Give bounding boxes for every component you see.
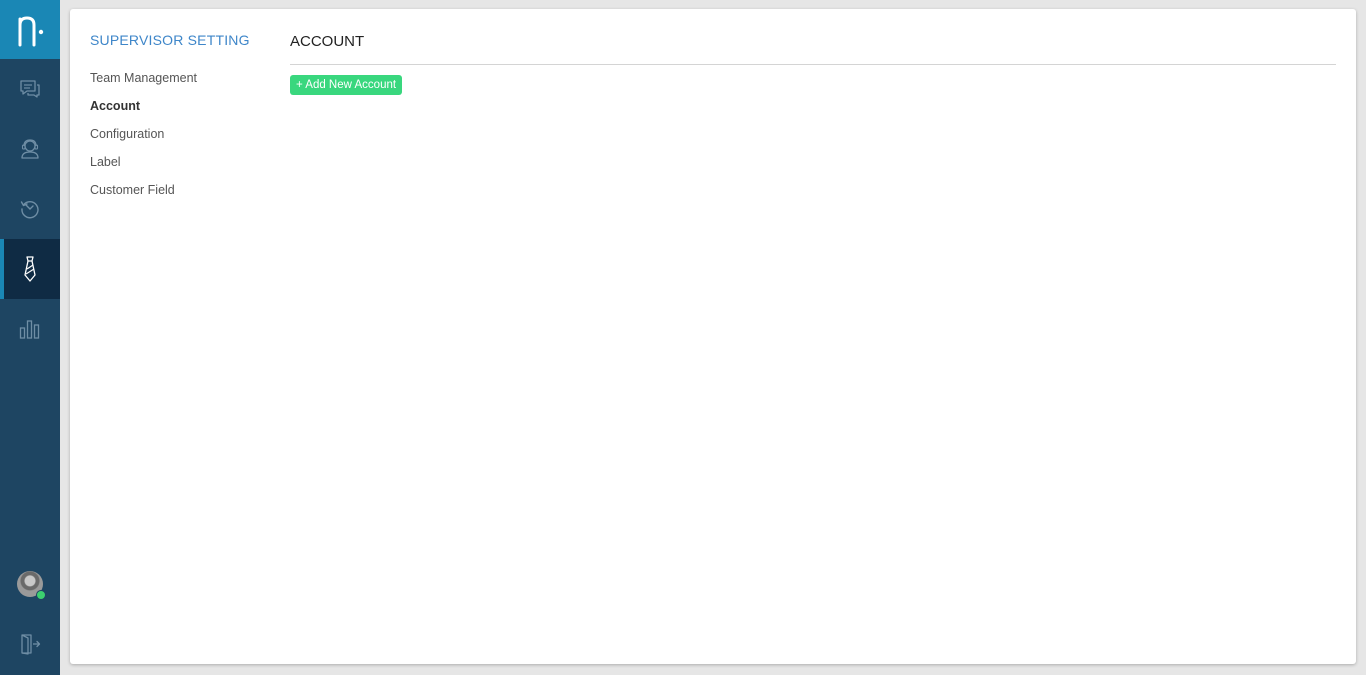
add-new-account-button[interactable]: + Add New Account bbox=[290, 75, 403, 95]
bar-chart-icon bbox=[19, 320, 40, 339]
nav-supervisor[interactable] bbox=[0, 239, 60, 299]
online-status-indicator bbox=[36, 590, 46, 600]
page-title: ACCOUNT bbox=[290, 33, 365, 50]
settings-section-title: SUPERVISOR SETTING bbox=[90, 32, 250, 48]
settings-nav-team-management[interactable]: Team Management bbox=[90, 71, 197, 99]
title-divider bbox=[290, 64, 1336, 65]
settings-nav-account[interactable]: Account bbox=[90, 99, 197, 127]
logout-button[interactable] bbox=[0, 614, 60, 674]
settings-nav-customer-field[interactable]: Customer Field bbox=[90, 183, 197, 211]
brand-logo-icon bbox=[18, 15, 44, 46]
chat-icon bbox=[20, 80, 40, 98]
history-icon bbox=[20, 201, 39, 219]
content-card: SUPERVISOR SETTING Team Management Accou… bbox=[70, 9, 1356, 664]
settings-nav: Team Management Account Configuration La… bbox=[90, 71, 197, 211]
brand-logo[interactable] bbox=[0, 0, 60, 59]
nav-history[interactable] bbox=[0, 179, 60, 239]
nav-reports[interactable] bbox=[0, 299, 60, 359]
logout-icon bbox=[21, 634, 41, 655]
tie-icon bbox=[24, 256, 36, 282]
sidebar-rail bbox=[0, 0, 60, 675]
nav-agents[interactable] bbox=[0, 119, 60, 179]
settings-nav-label[interactable]: Label bbox=[90, 155, 197, 183]
agent-icon bbox=[21, 139, 39, 159]
nav-chat[interactable] bbox=[0, 59, 60, 119]
settings-nav-configuration[interactable]: Configuration bbox=[90, 127, 197, 155]
